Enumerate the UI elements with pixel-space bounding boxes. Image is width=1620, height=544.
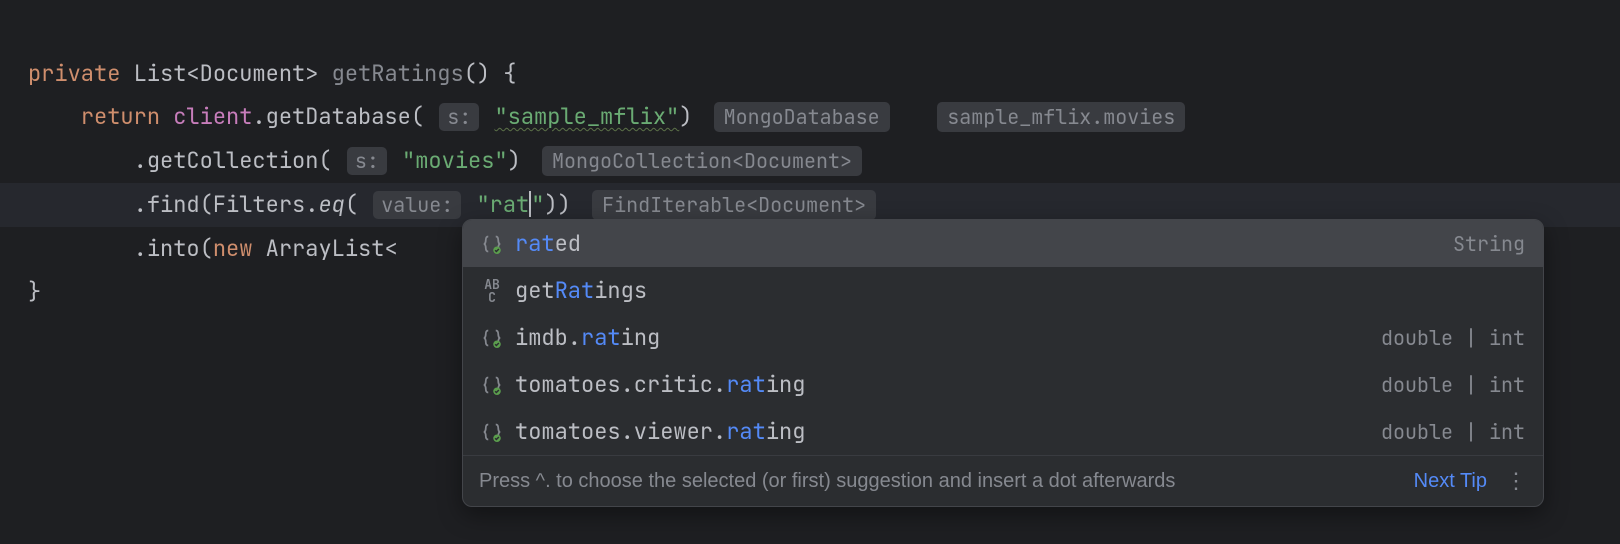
string-literal: " [531,190,544,219]
code-text: } [28,277,41,306]
completion-item[interactable]: ABC getRatings [463,267,1543,314]
completion-popup: rated String ABC getRatings imdb.rating doubl… [462,219,1544,507]
method-getdatabase: getDatabase [266,102,411,131]
code-text: () { [464,59,517,88]
footer-hint-text: Press ^. to choose the selected (or firs… [479,470,1402,493]
inlay-hint: FindIterable<Document> [592,190,876,220]
inlay-hint: sample_mflix.movies [937,102,1185,132]
param-hint: s: [347,147,387,175]
param-hint: s: [439,103,479,131]
text-icon: ABC [481,280,503,302]
field-icon [481,374,503,396]
inlay-hint: MongoDatabase [714,102,890,132]
field-icon [481,421,503,443]
code-line[interactable]: return client.getDatabase( s: "sample_mf… [28,95,1620,139]
completion-type: double | int [1381,372,1525,398]
completion-list: rated String ABC getRatings imdb.rating doubl… [463,220,1543,455]
inlay-hint: MongoCollection<Document> [542,146,862,176]
code-line[interactable]: private List<Document> getRatings() { [28,52,1620,95]
method-find: find [147,190,200,219]
keyword-return: return [81,102,160,131]
identifier-filters: Filters [213,190,305,219]
keyword-new: new [213,234,253,263]
code-line[interactable]: .getCollection( s: "movies") MongoCollec… [28,139,1620,183]
type-list: List [134,59,187,88]
completion-type: double | int [1381,325,1525,351]
completion-item[interactable]: imdb.rating double | int [463,314,1543,361]
type-document: Document [200,59,306,88]
more-options-icon[interactable]: ⋮ [1505,468,1527,494]
identifier-client: client [173,102,252,131]
field-icon [481,233,503,255]
method-eq: eq [318,190,344,219]
string-literal: "movies" [402,146,508,175]
completion-footer: Press ^. to choose the selected (or firs… [463,455,1543,506]
param-hint: value: [373,191,461,219]
next-tip-link[interactable]: Next Tip [1414,470,1487,493]
completion-label: getRatings [515,276,1513,305]
completion-label: imdb.rating [515,323,1369,352]
completion-label: tomatoes.viewer.rating [515,417,1369,446]
method-getcollection: getCollection [147,146,319,175]
string-literal: "sample_mflix" [494,102,679,131]
method-name: getRatings [332,59,464,88]
completion-item[interactable]: rated String [463,220,1543,267]
keyword-private: private [28,59,120,88]
completion-item[interactable]: tomatoes.critic.rating double | int [463,361,1543,408]
type-arraylist: ArrayList [266,234,385,263]
field-icon [481,327,503,349]
method-into: into [147,234,200,263]
completion-label: rated [515,229,1441,258]
completion-type: double | int [1381,419,1525,445]
completion-type: String [1453,231,1525,257]
completion-label: tomatoes.critic.rating [515,370,1369,399]
completion-item[interactable]: tomatoes.viewer.rating double | int [463,408,1543,455]
string-literal: "rat [476,190,529,219]
